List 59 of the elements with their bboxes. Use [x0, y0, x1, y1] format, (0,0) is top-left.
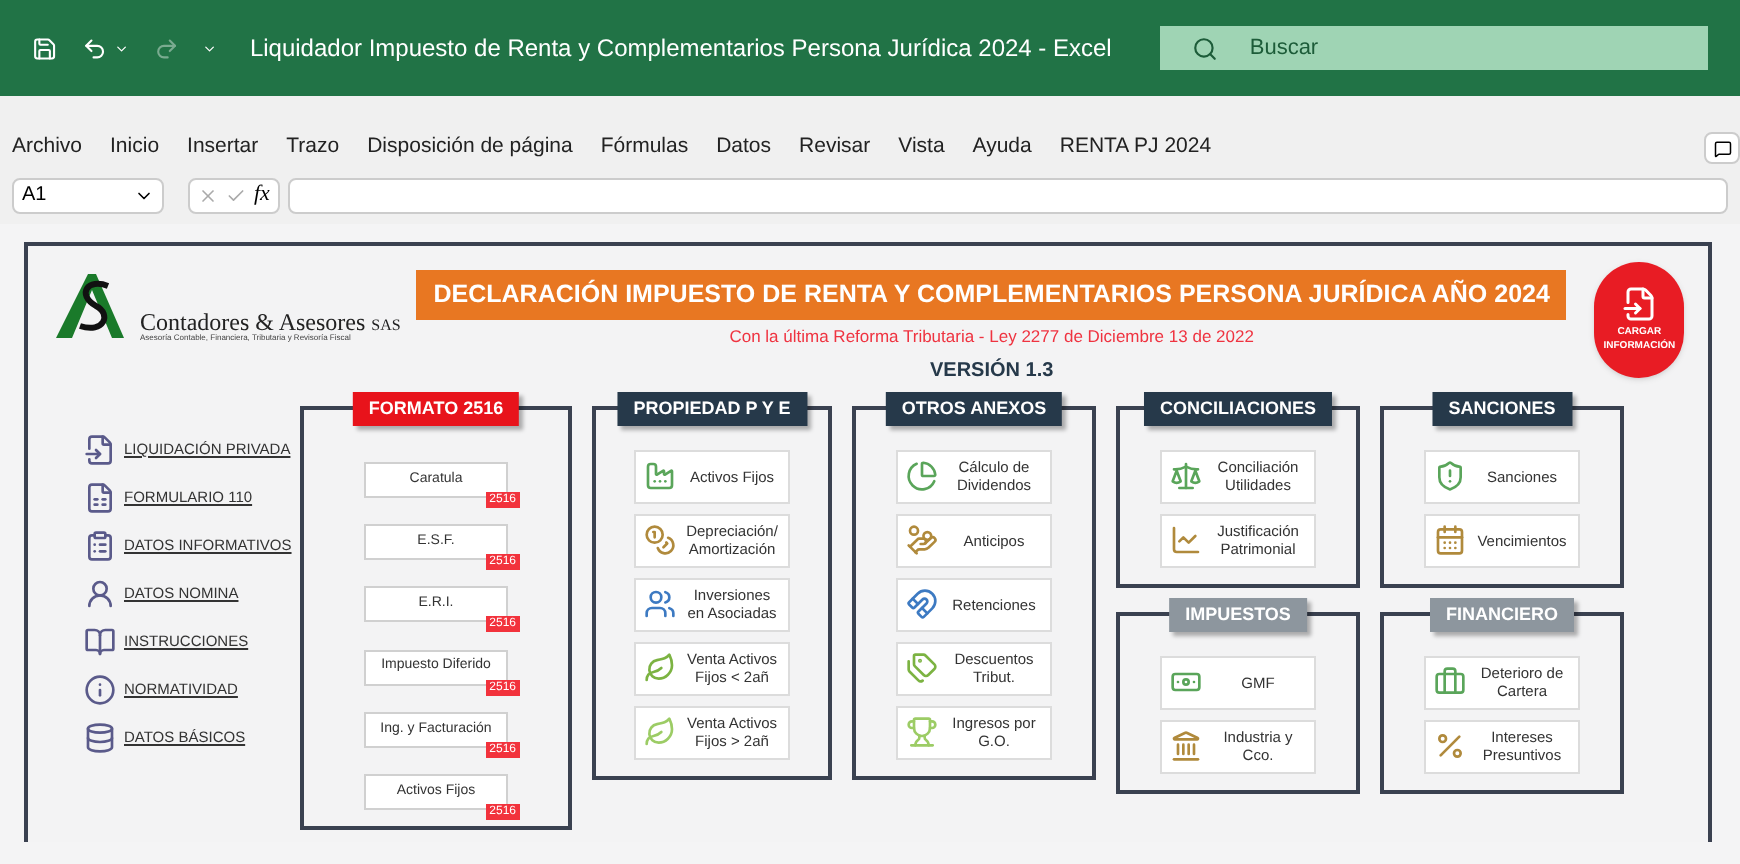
name-box[interactable]: A1	[12, 177, 164, 213]
percent-icon	[1434, 730, 1466, 762]
comment-icon	[1713, 139, 1731, 157]
info-icon	[84, 673, 116, 705]
group-header: FORMATO 2516	[352, 391, 520, 426]
save-icon[interactable]	[32, 33, 58, 63]
ribbon-tab[interactable]: Vista	[898, 132, 945, 164]
ribbon-tab[interactable]: Ayuda	[972, 132, 1032, 164]
clipboard-icon	[84, 529, 116, 561]
undo-icon[interactable]	[81, 33, 107, 63]
title-banner: DECLARACIÓN IMPUESTO DE RENTA Y COMPLEMENTARIOS PERSONA JURÍDICA AÑO 2024	[416, 270, 1567, 320]
database-icon	[84, 721, 116, 753]
ribbon-tab[interactable]: Fórmulas	[600, 132, 689, 164]
group-header: CONCILIACIONES	[1144, 391, 1332, 426]
spreadsheet-icon	[84, 481, 116, 513]
logo-name: Contadores & Asesores SAS	[140, 310, 401, 334]
shield-icon	[1434, 460, 1466, 492]
ribbon-tab[interactable]: Insertar	[187, 132, 259, 164]
factory-icon	[644, 460, 676, 492]
ribbon-tab[interactable]: RENTA PJ 2024	[1059, 132, 1212, 164]
leaf-icon	[644, 652, 676, 684]
file-arrow-icon	[1621, 286, 1658, 322]
people-icon	[644, 588, 676, 620]
scale-icon	[1170, 460, 1202, 492]
calendar-icon	[1434, 524, 1466, 556]
search-icon	[1191, 35, 1218, 61]
ribbon-tab[interactable]: Inicio	[110, 132, 160, 164]
leaf-icon	[644, 716, 676, 748]
person-icon	[84, 577, 116, 609]
briefcase-icon	[1434, 666, 1466, 698]
version-label: VERSIÓN 1.3	[929, 356, 1054, 385]
group-header: PROPIEDAD P Y E	[617, 391, 807, 426]
cancel-icon[interactable]	[198, 185, 218, 205]
line-chart-icon	[1170, 524, 1202, 556]
ribbon-tab[interactable]: Disposición de página	[367, 132, 573, 164]
ribbon-tab[interactable]: Trazo	[286, 132, 340, 164]
group-header: FINANCIERO	[1430, 597, 1574, 632]
function-button[interactable]: fx	[254, 178, 270, 212]
enter-icon[interactable]	[226, 185, 246, 205]
comments-button[interactable]	[1704, 132, 1740, 164]
search-field[interactable]: Buscar	[1159, 26, 1708, 70]
bank-icon	[1170, 730, 1202, 762]
group-header: SANCIONES	[1432, 391, 1572, 426]
window-title: Liquidador Impuesto de Renta y Complementarios Persona Jurídica 2024 - Excel	[249, 32, 1112, 66]
ribbon-tab[interactable]: Archivo	[12, 132, 83, 164]
magnet-icon	[906, 588, 938, 620]
coins-icon	[644, 524, 676, 556]
book-icon	[84, 625, 116, 657]
group-header: IMPUESTOS	[1169, 597, 1307, 632]
subtitle: Con la última Reforma Tributaria - Ley 2277 de Diciembre 13 de 2022	[729, 323, 1254, 349]
ribbon-tab[interactable]: Datos	[716, 132, 772, 164]
formula-field[interactable]	[287, 177, 1728, 213]
hand-coins-icon	[906, 524, 938, 556]
trophy-icon	[906, 716, 938, 748]
ribbon-tab[interactable]: Revisar	[799, 132, 871, 164]
document-icon	[84, 433, 116, 465]
pie-chart-icon	[906, 460, 938, 492]
group-header: OTROS ANEXOS	[885, 391, 1063, 426]
tags-icon	[906, 652, 938, 684]
